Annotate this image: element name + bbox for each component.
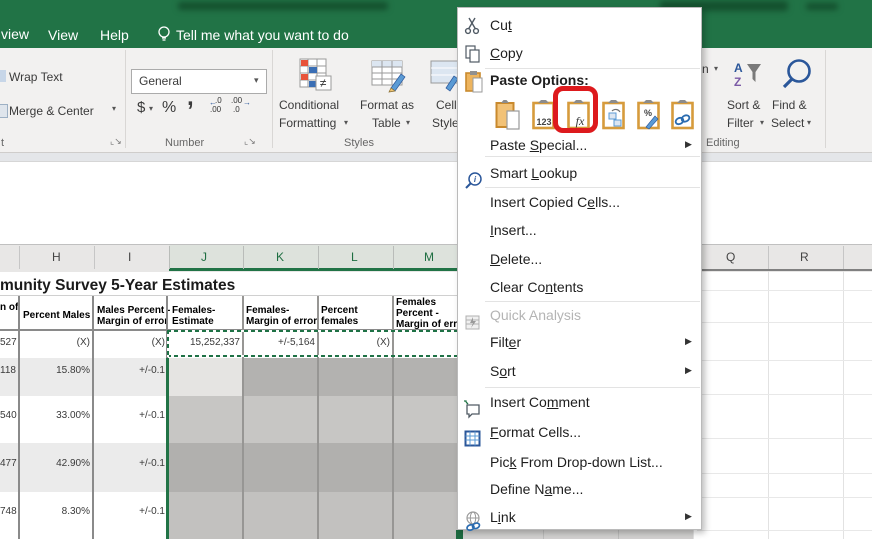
svg-text:123: 123 xyxy=(536,117,551,127)
svg-text:%: % xyxy=(644,108,652,118)
svg-text:i: i xyxy=(474,175,477,184)
svg-text:≠: ≠ xyxy=(320,76,327,90)
svg-text:A: A xyxy=(734,61,743,75)
svg-text:Z: Z xyxy=(734,75,741,89)
